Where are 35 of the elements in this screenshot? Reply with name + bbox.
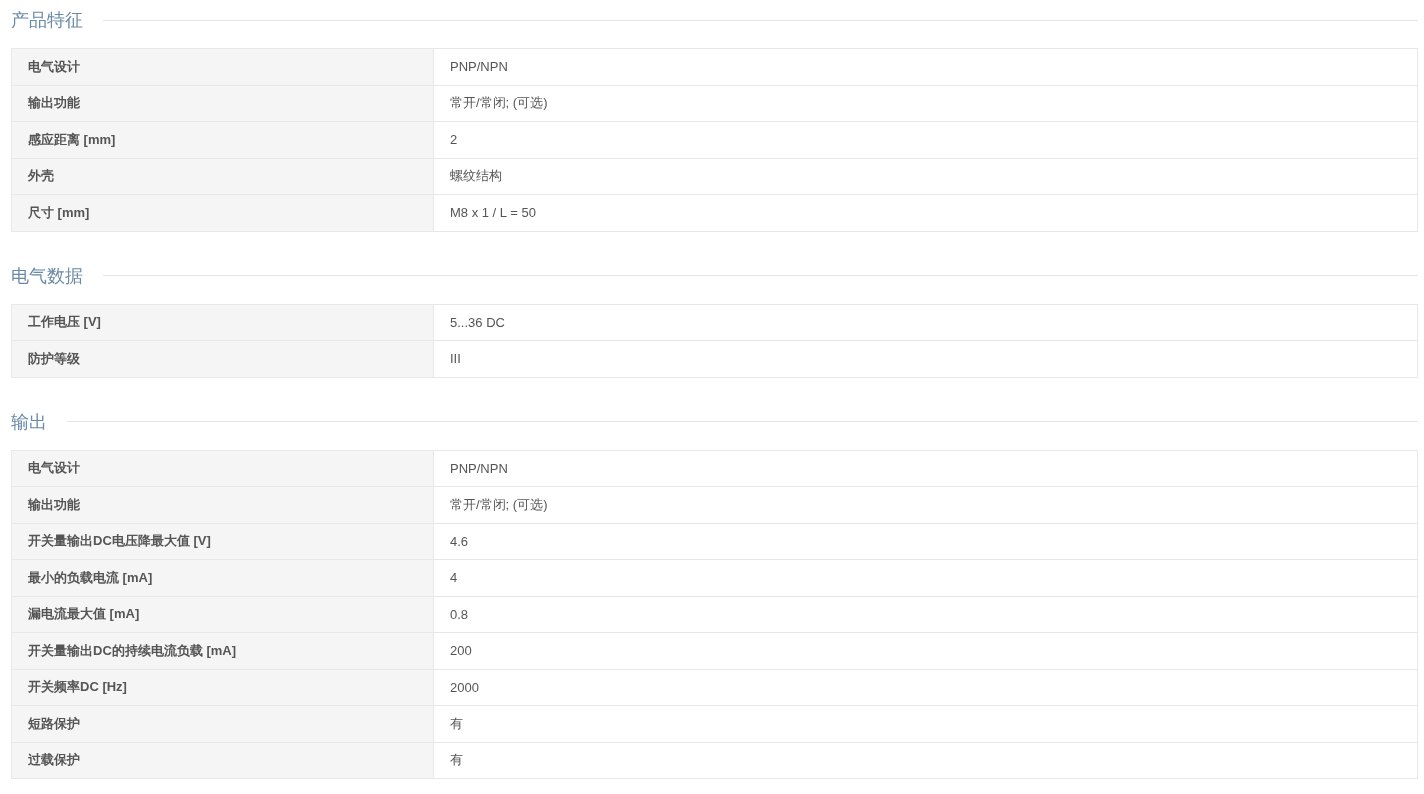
spec-label: 开关频率DC [Hz] [11, 669, 434, 706]
spec-value: M8 x 1 / L = 50 [433, 194, 1418, 231]
spec-label: 外壳 [11, 158, 434, 195]
spec-label: 感应距离 [mm] [11, 121, 434, 158]
spec-value: 4 [433, 559, 1418, 596]
spec-value: 有 [433, 705, 1418, 742]
spec-value: 常开/常闭; (可选) [433, 85, 1418, 122]
spec-label: 开关量输出DC的持续电流负载 [mA] [11, 632, 434, 669]
spec-label: 过载保护 [11, 742, 434, 779]
spec-value: III [433, 340, 1418, 377]
section-title: 产品特征 [11, 9, 83, 32]
spec-label: 电气设计 [11, 450, 434, 487]
spec-label: 输出功能 [11, 486, 434, 523]
spec-label: 输出功能 [11, 85, 434, 122]
spec-value: 5...36 DC [433, 304, 1418, 341]
spec-value: 4.6 [433, 523, 1418, 560]
spec-label: 开关量输出DC电压降最大值 [V] [11, 523, 434, 560]
spec-value: 2000 [433, 669, 1418, 706]
spec-label: 电气设计 [11, 48, 434, 85]
spec-label: 防护等级 [11, 340, 434, 377]
spec-label: 尺寸 [mm] [11, 194, 434, 231]
spec-value: 2 [433, 121, 1418, 158]
spec-label: 漏电流最大值 [mA] [11, 596, 434, 633]
spec-value: 200 [433, 632, 1418, 669]
spec-value: 0.8 [433, 596, 1418, 633]
section-title: 输出 [11, 410, 47, 434]
spec-value: PNP/NPN [433, 48, 1418, 85]
spec-label: 最小的负载电流 [mA] [11, 559, 434, 596]
section-title: 电气数据 [11, 264, 83, 288]
spec-value: 螺纹结构 [433, 158, 1418, 195]
spec-label: 工作电压 [V] [11, 304, 434, 341]
spec-value: PNP/NPN [433, 450, 1418, 487]
spec-value: 有 [433, 742, 1418, 779]
spec-label: 短路保护 [11, 705, 434, 742]
spec-value: 常开/常闭; (可选) [433, 486, 1418, 523]
